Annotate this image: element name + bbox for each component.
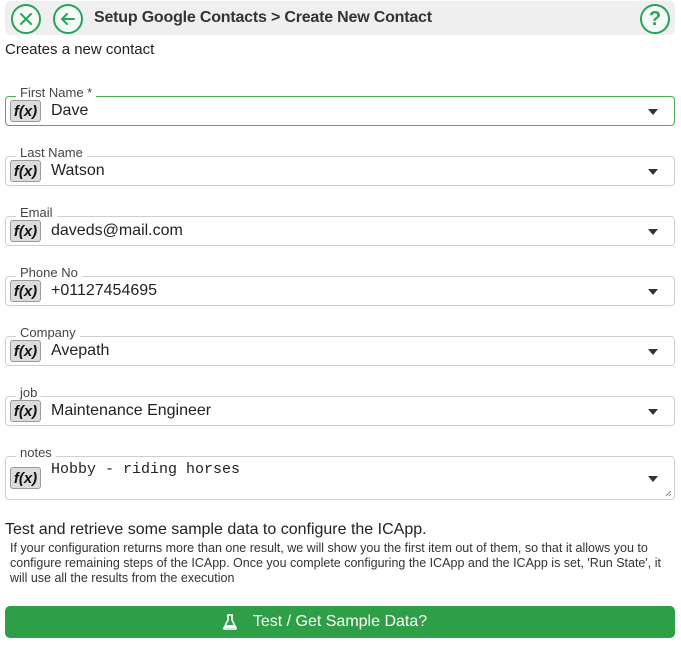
resize-grip-icon[interactable] bbox=[664, 489, 672, 497]
notes-field[interactable]: notes f(x) Hobby - riding horses bbox=[5, 446, 675, 500]
job-field[interactable]: job f(x) Maintenance Engineer bbox=[5, 386, 675, 426]
back-arrow-icon bbox=[61, 13, 75, 25]
field-label: First Name * bbox=[16, 86, 97, 100]
phone-field[interactable]: Phone No f(x) +01127454695 bbox=[5, 266, 675, 306]
back-button[interactable] bbox=[53, 4, 83, 34]
test-sample-data-button[interactable]: Test / Get Sample Data? bbox=[5, 606, 675, 638]
notes-textarea[interactable]: Hobby - riding horses bbox=[51, 461, 240, 478]
chevron-down-icon[interactable] bbox=[648, 289, 658, 295]
field-label: Phone No bbox=[16, 266, 82, 280]
fx-button[interactable]: f(x) bbox=[10, 467, 41, 489]
close-button[interactable] bbox=[11, 4, 41, 34]
fx-button[interactable]: f(x) bbox=[10, 160, 41, 182]
chevron-down-icon[interactable] bbox=[648, 349, 658, 355]
job-input[interactable]: Maintenance Engineer bbox=[51, 402, 211, 420]
field-label: Last Name bbox=[16, 146, 87, 160]
field-label: job bbox=[16, 386, 42, 400]
company-input[interactable]: Avepath bbox=[51, 342, 109, 360]
phone-input[interactable]: +01127454695 bbox=[51, 282, 157, 300]
fx-button[interactable]: f(x) bbox=[10, 220, 41, 242]
info-text: If your configuration returns more than … bbox=[10, 541, 661, 585]
help-button[interactable]: ? bbox=[640, 4, 670, 34]
last-name-field[interactable]: Last Name f(x) Watson bbox=[5, 146, 675, 186]
page-title: Setup Google Contacts > Create New Conta… bbox=[94, 9, 432, 26]
first-name-field[interactable]: First Name * f(x) Dave bbox=[5, 86, 675, 126]
field-label: Company bbox=[16, 326, 80, 340]
fx-button[interactable]: f(x) bbox=[10, 280, 41, 302]
test-button-label: Test / Get Sample Data? bbox=[252, 613, 428, 630]
page-subtitle: Creates a new contact bbox=[5, 41, 155, 58]
chevron-down-icon[interactable] bbox=[648, 109, 658, 115]
field-label: notes bbox=[16, 446, 56, 460]
chevron-down-icon[interactable] bbox=[648, 476, 658, 482]
chevron-down-icon[interactable] bbox=[648, 229, 658, 235]
close-icon bbox=[20, 13, 32, 25]
email-input[interactable]: daveds@mail.com bbox=[51, 222, 183, 240]
chevron-down-icon[interactable] bbox=[648, 409, 658, 415]
email-field[interactable]: Email f(x) daveds@mail.com bbox=[5, 206, 675, 246]
help-icon: ? bbox=[648, 8, 662, 30]
flask-icon bbox=[222, 614, 237, 630]
fx-button[interactable]: f(x) bbox=[10, 400, 41, 422]
info-title: Test and retrieve some sample data to co… bbox=[5, 521, 427, 538]
last-name-input[interactable]: Watson bbox=[51, 162, 105, 180]
first-name-input[interactable]: Dave bbox=[51, 102, 88, 120]
company-field[interactable]: Company f(x) Avepath bbox=[5, 326, 675, 366]
fx-button[interactable]: f(x) bbox=[10, 340, 41, 362]
chevron-down-icon[interactable] bbox=[648, 169, 658, 175]
header-bar: Setup Google Contacts > Create New Conta… bbox=[5, 1, 675, 35]
fx-button[interactable]: f(x) bbox=[10, 100, 41, 122]
field-label: Email bbox=[16, 206, 57, 220]
